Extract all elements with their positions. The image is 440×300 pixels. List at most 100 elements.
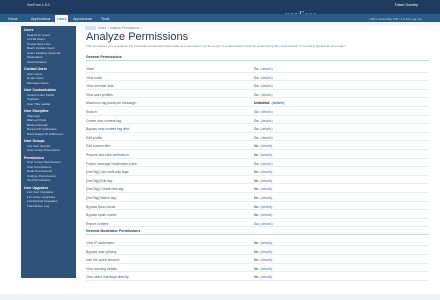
- details-link[interactable]: (details): [261, 136, 273, 140]
- sidebar-item-alert-users[interactable]: Alert Users: [27, 72, 42, 76]
- details-link[interactable]: (details): [261, 162, 273, 166]
- nav-tab-users[interactable]: Users: [55, 15, 68, 22]
- user-name-link[interactable]: Thiser Gondey: [394, 3, 418, 7]
- nav-tab-home[interactable]: Home: [8, 15, 18, 22]
- permission-label: Bypass new content tag limit:: [86, 127, 130, 132]
- details-link[interactable]: (details): [261, 110, 273, 114]
- permission-value-text: No: [254, 213, 259, 218]
- sidebar-section-permissions: Permissions: [24, 155, 45, 160]
- sidebar-item-banned-emails[interactable]: Banned Emails: [27, 123, 48, 127]
- details-link[interactable]: (details): [260, 241, 272, 245]
- sidebar-item-custom-user-fields[interactable]: Custom User Fields: [27, 93, 54, 97]
- permission-value-text: Unlimited: [254, 101, 270, 106]
- permission-value: Unlimited (details): [254, 101, 284, 105]
- permission-value-text: No: [254, 240, 259, 245]
- permission-row: Require two-step verification: No (details…: [86, 150, 429, 159]
- permission-row: View node: Go (details): [86, 73, 429, 82]
- details-link[interactable]: (details): [260, 213, 272, 217]
- details-link[interactable]: (details): [261, 119, 273, 123]
- details-link[interactable]: (details): [261, 67, 273, 71]
- sidebar-item-user-permissions[interactable]: User Permissions: [27, 165, 51, 169]
- permission-label: Maximum tag posts per message:: [86, 101, 137, 106]
- sidebar-item-message-users[interactable]: Message Users: [27, 81, 49, 85]
- permission-label: [XenTag] Watch tag:: [86, 196, 117, 200]
- permission-label: View node:: [86, 75, 103, 80]
- details-link[interactable]: (details): [260, 250, 272, 254]
- details-link[interactable]: (details): [260, 187, 272, 191]
- nav-tab-appearance[interactable]: Appearance: [73, 15, 92, 22]
- sidebar-item-list-expired-upgrades[interactable]: List Expired Upgrades: [27, 199, 57, 203]
- permission-value: No (details): [254, 258, 272, 262]
- details-link[interactable]: (details): [260, 153, 272, 157]
- sidebar-section-user-customization: User Customization: [24, 88, 56, 93]
- sidebar-item-node-permissions[interactable]: Node Permissions: [27, 169, 52, 173]
- permission-row: Edit profile: Go (details): [86, 133, 429, 142]
- permission-row: View: Go (details): [86, 64, 429, 73]
- permission-row: Follow message moderation rules: Go (detai…: [86, 159, 429, 168]
- home-crumb-icon[interactable]: [85, 26, 96, 31]
- sidebar-section-contact-users: Contact Users: [24, 67, 47, 72]
- sidebar-item-search-for-users[interactable]: Search for Users: [27, 33, 50, 37]
- permission-row: Bypass spam check: No (details): [86, 210, 429, 219]
- sidebar-item-trophies[interactable]: Trophies: [27, 97, 39, 101]
- details-link[interactable]: (details): [260, 267, 272, 271]
- permission-value: Go (details): [254, 136, 273, 140]
- permission-row: Search: Go (details): [86, 107, 429, 116]
- permission-label: Edit custom title:: [86, 144, 111, 149]
- page-title: Analyze Permissions: [86, 31, 189, 43]
- permission-label: View:: [86, 67, 95, 71]
- breadcrumb-text[interactable]: Users > Analyze Permissions >: [98, 26, 142, 30]
- footer: [0, 294, 440, 300]
- details-link[interactable]: (details): [260, 196, 272, 200]
- permission-row: View IP addresses: No (details): [86, 238, 429, 247]
- nav-tab-tools[interactable]: Tools: [101, 15, 109, 22]
- permission-label: Follow message moderation rules:: [86, 161, 138, 166]
- sidebar-item-users-awaiting-approval[interactable]: Users Awaiting Approval: [27, 51, 60, 55]
- sidebar-item-user-title-ladder[interactable]: User Title Ladder: [27, 102, 51, 106]
- details-link[interactable]: (details): [271, 101, 284, 105]
- details-link[interactable]: (details): [261, 84, 273, 88]
- details-link[interactable]: (details): [261, 127, 273, 131]
- sidebar-item-administrators[interactable]: Administrators: [27, 60, 47, 64]
- permission-row: View warning details: No (details): [86, 264, 429, 273]
- sidebar-item-warned-posts[interactable]: Warned Posts: [27, 118, 46, 122]
- details-link[interactable]: (details): [261, 93, 273, 97]
- sidebar-item-list-all-users[interactable]: List All Users: [27, 37, 45, 41]
- details-link[interactable]: (details): [260, 275, 272, 279]
- details-link[interactable]: (details): [261, 76, 273, 80]
- permission-value-text: Go: [254, 84, 259, 89]
- permission-label: Report content:: [86, 221, 110, 226]
- details-link[interactable]: (details): [260, 144, 272, 148]
- sidebar-item-discouraged-ip-addresses[interactable]: Discouraged IP Addresses: [27, 132, 63, 136]
- permission-label: Create new content tag:: [86, 118, 123, 123]
- details-link[interactable]: (details): [260, 170, 272, 174]
- details-link[interactable]: (details): [261, 222, 273, 226]
- sidebar-item-list-user-upgrades[interactable]: List User Upgrades: [27, 190, 53, 194]
- permission-value-text: No: [254, 178, 259, 183]
- permission-row: [XenTag] Use staff-only tags: No (details): [86, 167, 429, 176]
- sidebar-item-create-new-user[interactable]: Create New User: [27, 42, 51, 46]
- nav-right-links[interactable]: Office Stats Max 100 / 1.5.0.0 Log Out: [369, 17, 422, 21]
- page-description: This tool allows you to analyze the indi…: [86, 44, 347, 48]
- permission-value-text: No: [254, 187, 259, 192]
- permission-label: View warning details:: [86, 266, 118, 271]
- sidebar-item-moderators[interactable]: Moderators: [27, 55, 43, 59]
- permission-value-text: Go: [254, 110, 259, 114]
- sidebar-item-list-user-groups[interactable]: List User Groups: [27, 144, 50, 148]
- details-link[interactable]: (details): [260, 179, 272, 183]
- sidebar-item-email-users[interactable]: Email Users: [27, 76, 44, 80]
- sidebar-item-analyze-permissions[interactable]: Analyze Permissions: [27, 174, 56, 178]
- sidebar-item-banned-ip-addresses[interactable]: Banned IP Addresses: [27, 127, 57, 131]
- sidebar-item-test-permissions[interactable]: Test Permissions: [27, 178, 50, 182]
- sidebar-item-warnings[interactable]: Warnings: [27, 114, 40, 118]
- sidebar-item-list-active-upgrades[interactable]: List Active Upgrades: [27, 195, 55, 199]
- sidebar-item-user-group-permissions[interactable]: User Group Permissions: [27, 160, 61, 164]
- sidebar-item-user-group-promotions[interactable]: User Group Promotions: [27, 148, 60, 152]
- sidebar-item-transaction-log[interactable]: Transaction Log: [27, 204, 49, 208]
- sidebar-item-batch-update-users[interactable]: Batch Update Users: [27, 46, 55, 50]
- permission-value: No (details): [254, 213, 272, 217]
- permission-value: Go (details): [254, 93, 273, 97]
- details-link[interactable]: (details): [260, 205, 272, 209]
- nav-tab-applications[interactable]: Applications: [31, 15, 50, 22]
- details-link[interactable]: (details): [260, 258, 272, 262]
